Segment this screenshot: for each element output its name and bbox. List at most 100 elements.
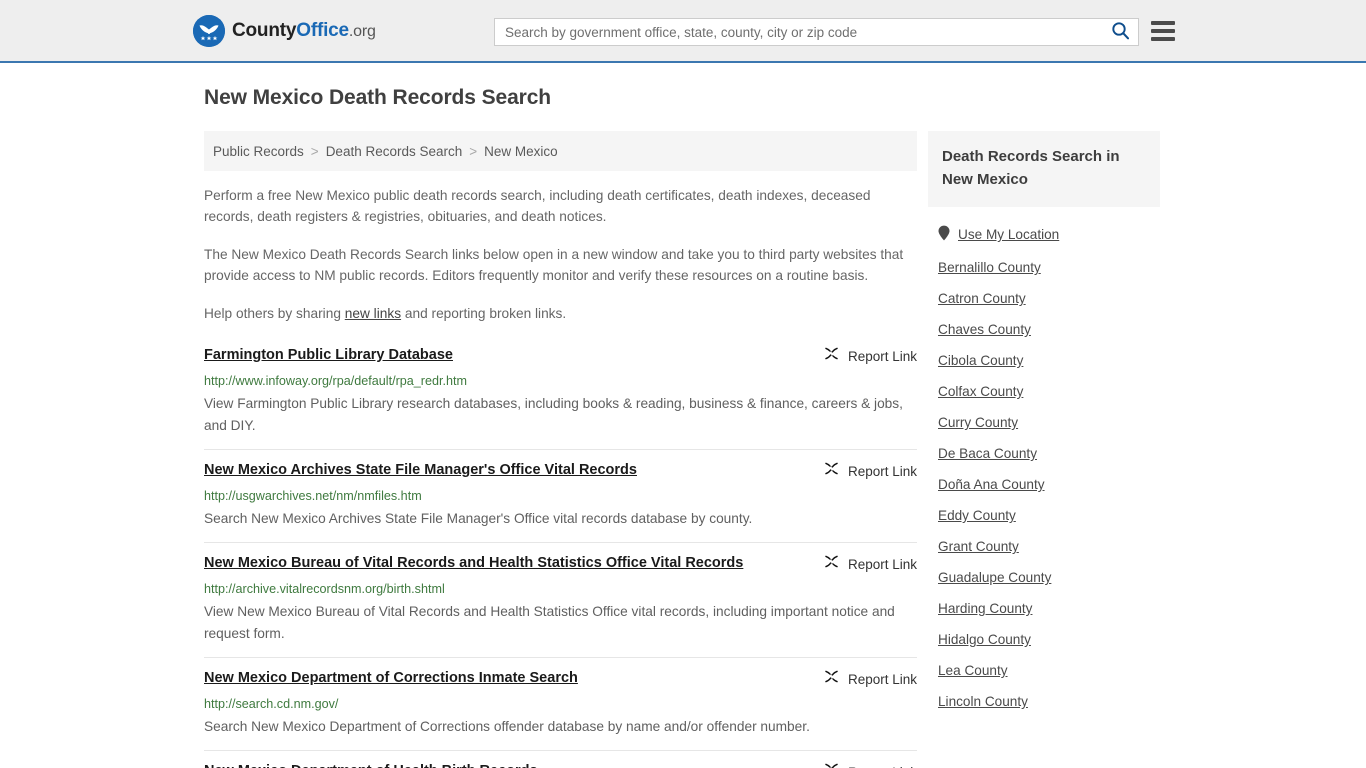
intro-paragraph-2: The New Mexico Death Records Search link… — [204, 247, 904, 283]
report-link-label: Report Link — [847, 348, 917, 364]
site-logo[interactable]: CountyOffice.org — [193, 14, 376, 47]
result-description: Search New Mexico Archives State File Ma… — [204, 511, 753, 526]
content-columns: Public Records > Death Records Search > … — [0, 131, 1366, 768]
use-my-location-link[interactable]: Use My Location — [958, 227, 1059, 242]
result-url: http://usgwarchives.net/nm/nmfiles.htm — [204, 489, 422, 503]
sidebar-item-lea-county[interactable]: Lea County — [928, 655, 1160, 686]
hamburger-menu-icon[interactable] — [1151, 21, 1175, 41]
result-title-link[interactable]: New Mexico Department of Health Birth Re… — [204, 761, 538, 768]
breadcrumb-separator: > — [469, 143, 478, 159]
result-url: http://search.cd.nm.gov/ — [204, 697, 339, 711]
county-link[interactable]: Cibola County — [938, 353, 1023, 368]
county-link[interactable]: Colfax County — [938, 384, 1023, 399]
result-item: New Mexico Bureau of Vital Records and H… — [204, 542, 917, 657]
result-title-link[interactable]: Farmington Public Library Database — [204, 345, 453, 365]
report-link-button[interactable]: Report Link — [823, 553, 917, 575]
county-link[interactable]: Hidalgo County — [938, 632, 1031, 647]
broken-link-icon — [823, 345, 840, 367]
result-url: http://www.infoway.org/rpa/default/rpa_r… — [204, 374, 467, 388]
result-url: http://archive.vitalrecordsnm.org/birth.… — [204, 582, 445, 596]
result-item: New Mexico Department of Health Birth Re… — [204, 750, 917, 768]
search-bar — [494, 18, 1139, 46]
county-link[interactable]: De Baca County — [938, 446, 1037, 461]
county-link[interactable]: Eddy County — [938, 508, 1016, 523]
site-header: CountyOffice.org — [0, 0, 1366, 63]
county-link[interactable]: Catron County — [938, 291, 1026, 306]
sidebar-item-catron-county[interactable]: Catron County — [928, 283, 1160, 314]
logo-text-county: County — [232, 19, 297, 41]
hamburger-bar — [1151, 29, 1175, 33]
breadcrumb-item-death-records-search[interactable]: Death Records Search — [326, 144, 463, 159]
sidebar-item-cibola-county[interactable]: Cibola County — [928, 345, 1160, 376]
report-link-label: Report Link — [847, 463, 917, 479]
result-description: View New Mexico Bureau of Vital Records … — [204, 604, 895, 641]
result-title-link[interactable]: New Mexico Department of Corrections Inm… — [204, 668, 578, 688]
county-link[interactable]: Harding County — [938, 601, 1032, 616]
result-description: Search New Mexico Department of Correcti… — [204, 719, 810, 734]
search-input[interactable] — [495, 19, 1102, 45]
breadcrumb: Public Records > Death Records Search > … — [204, 131, 917, 171]
sidebar-county-list: Use My Location Bernalillo County Catron… — [928, 207, 1160, 717]
county-link[interactable]: Lincoln County — [938, 694, 1028, 709]
sidebar-item-dona-ana-county[interactable]: Doña Ana County — [928, 469, 1160, 500]
result-item: New Mexico Archives State File Manager's… — [204, 449, 917, 542]
county-link[interactable]: Curry County — [938, 415, 1018, 430]
result-header: New Mexico Department of Corrections Inm… — [204, 668, 917, 690]
county-link[interactable]: Lea County — [938, 663, 1008, 678]
hamburger-bar — [1151, 37, 1175, 41]
sidebar-item-hidalgo-county[interactable]: Hidalgo County — [928, 624, 1160, 655]
sidebar-item-use-my-location[interactable]: Use My Location — [928, 217, 1160, 252]
map-pin-icon — [938, 225, 950, 244]
result-description: View Farmington Public Library research … — [204, 396, 903, 433]
broken-link-icon — [823, 460, 840, 482]
sidebar-item-curry-county[interactable]: Curry County — [928, 407, 1160, 438]
result-title-link[interactable]: New Mexico Bureau of Vital Records and H… — [204, 553, 743, 573]
sidebar-item-grant-county[interactable]: Grant County — [928, 531, 1160, 562]
breadcrumb-separator: > — [310, 143, 319, 159]
sidebar: Death Records Search in New Mexico Use M… — [928, 131, 1160, 717]
main-content: Public Records > Death Records Search > … — [204, 131, 917, 768]
broken-link-icon — [823, 553, 840, 575]
result-header: New Mexico Bureau of Vital Records and H… — [204, 553, 917, 575]
report-link-button[interactable]: Report Link — [823, 460, 917, 482]
eagle-shield-logo-icon — [193, 14, 225, 47]
logo-text-org: .org — [348, 22, 376, 40]
report-link-button[interactable]: Report Link — [823, 345, 917, 367]
sidebar-item-colfax-county[interactable]: Colfax County — [928, 376, 1160, 407]
search-button[interactable] — [1102, 19, 1138, 45]
sidebar-item-eddy-county[interactable]: Eddy County — [928, 500, 1160, 531]
sidebar-item-harding-county[interactable]: Harding County — [928, 593, 1160, 624]
sidebar-heading: Death Records Search in New Mexico — [928, 131, 1160, 207]
intro-paragraph-3: Help others by sharing new links and rep… — [204, 303, 917, 324]
page-body: New Mexico Death Records Search Public R… — [0, 63, 1366, 768]
county-link[interactable]: Chaves County — [938, 322, 1031, 337]
report-link-label: Report Link — [847, 671, 917, 687]
county-link[interactable]: Doña Ana County — [938, 477, 1045, 492]
logo-text-office: Office — [296, 19, 349, 41]
report-link-label: Report Link — [848, 765, 917, 768]
sidebar-item-de-baca-county[interactable]: De Baca County — [928, 438, 1160, 469]
page-title: New Mexico Death Records Search — [204, 86, 552, 109]
sidebar-item-guadalupe-county[interactable]: Guadalupe County — [928, 562, 1160, 593]
county-link[interactable]: Bernalillo County — [938, 260, 1041, 275]
county-link[interactable]: Grant County — [938, 539, 1019, 554]
hamburger-bar — [1151, 21, 1175, 25]
intro-p3-before: Help others by sharing — [204, 306, 345, 321]
intro-paragraph-1: Perform a free New Mexico public death r… — [204, 188, 871, 224]
report-link-button[interactable]: Report Link — [823, 668, 917, 690]
sidebar-item-bernalillo-county[interactable]: Bernalillo County — [928, 252, 1160, 283]
sidebar-item-chaves-county[interactable]: Chaves County — [928, 314, 1160, 345]
sidebar-item-lincoln-county[interactable]: Lincoln County — [928, 686, 1160, 717]
report-link-button[interactable]: Report Link — [823, 761, 917, 768]
result-header: New Mexico Archives State File Manager's… — [204, 460, 917, 482]
breadcrumb-item-new-mexico: New Mexico — [484, 143, 558, 159]
result-item: Farmington Public Library Database Repor… — [204, 341, 917, 449]
intro-text: Perform a free New Mexico public death r… — [204, 185, 917, 324]
new-links-link[interactable]: new links — [345, 306, 401, 321]
county-link[interactable]: Guadalupe County — [938, 570, 1051, 585]
intro-p3-after: and reporting broken links. — [401, 306, 567, 321]
result-header: New Mexico Department of Health Birth Re… — [204, 761, 917, 768]
result-title-link[interactable]: New Mexico Archives State File Manager's… — [204, 460, 637, 480]
breadcrumb-item-public-records[interactable]: Public Records — [213, 144, 304, 159]
results-list: Farmington Public Library Database Repor… — [204, 341, 917, 768]
